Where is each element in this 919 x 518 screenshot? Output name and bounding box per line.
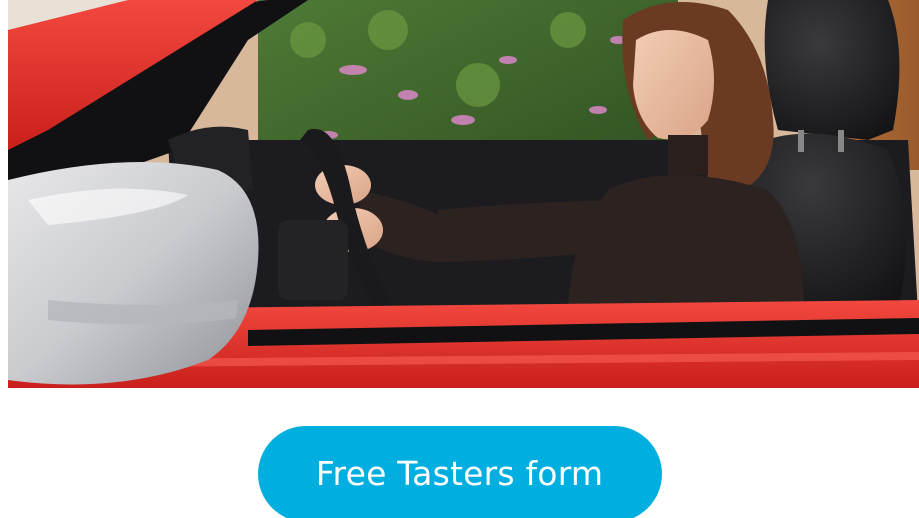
- cta-container: Free Tasters form: [0, 426, 919, 518]
- page: Free Tasters form: [0, 0, 919, 518]
- headrest: [764, 0, 900, 140]
- hero-image: [8, 0, 919, 388]
- driving-photo-illustration: [8, 0, 919, 388]
- woman-face: [633, 30, 714, 140]
- free-tasters-form-button[interactable]: Free Tasters form: [257, 426, 662, 518]
